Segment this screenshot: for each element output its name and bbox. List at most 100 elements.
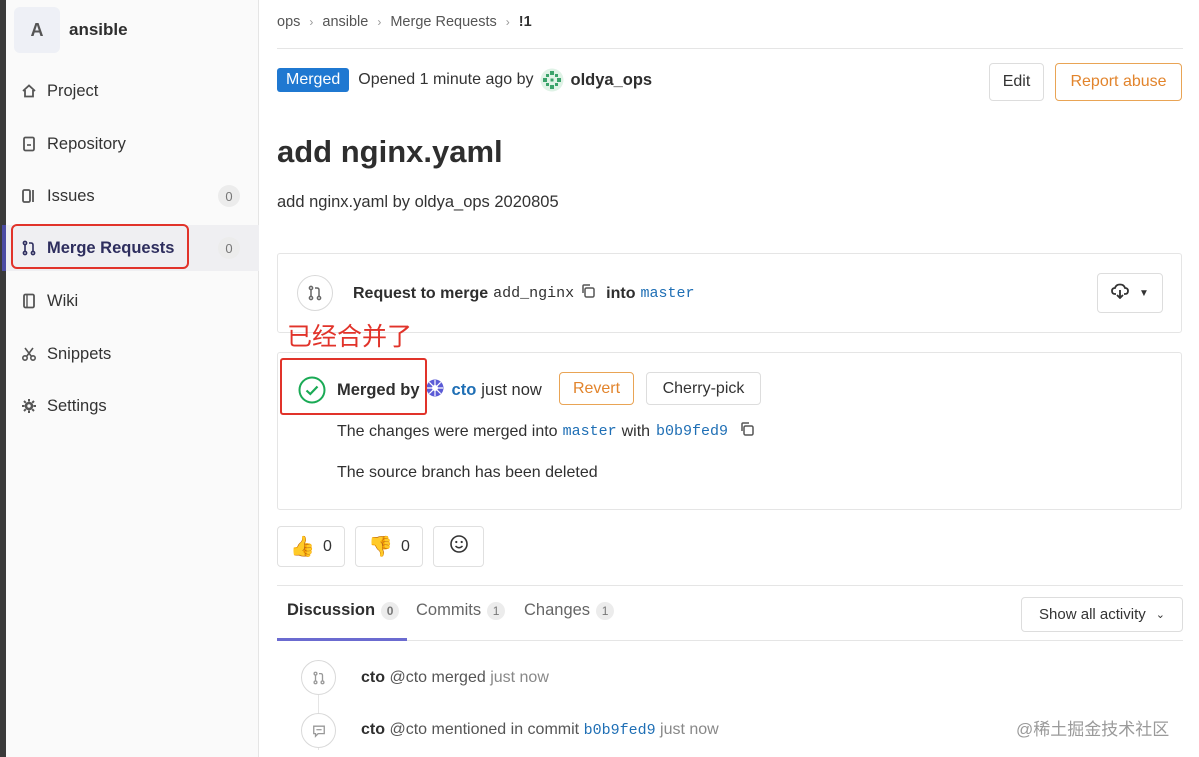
thumbs-up-count: 0 [323, 537, 332, 555]
branch-deleted-text: The source branch has been deleted [337, 464, 598, 481]
merged-time: just now [481, 381, 542, 399]
report-abuse-button[interactable]: Report abuse [1055, 63, 1182, 101]
request-to-merge-text: Request to merge add_nginx into master [353, 283, 695, 304]
target-branch[interactable]: master [640, 285, 694, 302]
issues-icon [20, 187, 38, 205]
home-icon [20, 82, 38, 100]
breadcrumb-merge-requests[interactable]: Merge Requests [390, 14, 496, 30]
breadcrumb-ansible[interactable]: ansible [322, 14, 368, 30]
project-header[interactable]: A ansible [14, 7, 128, 53]
tab-label: Discussion [287, 601, 376, 619]
sidebar-item-label: Issues [47, 186, 95, 205]
sidebar-item-project[interactable]: Project [6, 68, 259, 114]
note-text: @cto mentioned in commit [389, 721, 580, 738]
author-link[interactable]: oldya_ops [570, 71, 652, 90]
chevron-right-icon: › [309, 15, 314, 29]
gear-icon [20, 397, 38, 415]
chevron-down-icon: ⌄ [1155, 609, 1165, 621]
merge-request-icon [297, 275, 333, 311]
download-icon [1111, 283, 1129, 304]
divider [277, 640, 1183, 641]
chevron-right-icon: › [505, 15, 510, 29]
active-tab-indicator [277, 638, 407, 641]
sidebar-item-label: Wiki [47, 291, 79, 310]
smiley-icon [449, 534, 469, 559]
sidebar-item-label: Settings [47, 396, 107, 415]
chevron-right-icon: › [377, 15, 382, 29]
with-label: with [621, 422, 651, 440]
sidebar-item-repository[interactable]: Repository [6, 121, 259, 167]
project-name: ansible [69, 20, 128, 39]
sidebar: A ansible Project Repository Issues 0 Me… [2, 0, 259, 757]
document-icon [20, 135, 38, 153]
scissors-icon [20, 345, 38, 363]
watermark: @稀土掘金技术社区 [1016, 720, 1170, 739]
breadcrumb-current[interactable]: !1 [519, 14, 532, 30]
tab-label: Commits [416, 601, 482, 619]
download-dropdown-button[interactable]: ▼ [1097, 273, 1163, 313]
note-merged: cto @cto merged just now [361, 669, 549, 687]
tab-count: 0 [381, 601, 400, 620]
note-mentioned: cto @cto mentioned in commit b0b9fed9 ju… [361, 721, 719, 739]
thumbs-up-button[interactable]: 👍 0 [277, 526, 345, 567]
status-badge: Merged [277, 68, 350, 92]
sidebar-item-wiki[interactable]: Wiki [6, 278, 259, 324]
sidebar-item-settings[interactable]: Settings [6, 383, 259, 429]
revert-button[interactable]: Revert [559, 372, 634, 405]
book-icon [20, 292, 38, 310]
sidebar-item-issues[interactable]: Issues 0 [6, 173, 259, 219]
merge-request-info-card: Request to merge add_nginx into master ▼ [277, 253, 1182, 333]
tab-changes[interactable]: Changes 1 [524, 601, 615, 620]
sidebar-item-label: Snippets [47, 344, 112, 363]
mr-status-row: Merged Opened 1 minute ago by oldya_ops [277, 68, 652, 92]
activity-filter-label: Show all activity [1039, 606, 1146, 623]
merge-request-icon [301, 660, 336, 695]
copy-icon[interactable] [739, 421, 755, 442]
divider [277, 585, 1183, 586]
chevron-down-icon: ▼ [1139, 287, 1149, 299]
annotation-text: 已经合并了 [287, 323, 413, 351]
into-label: into [606, 284, 636, 302]
merger-link[interactable]: cto [452, 381, 477, 400]
comment-icon [301, 713, 336, 748]
commit-link[interactable]: b0b9fed9 [656, 423, 728, 440]
target-branch-link[interactable]: master [563, 423, 617, 440]
merged-changes-row: The changes were merged into master with… [337, 421, 755, 442]
sidebar-item-label: Project [47, 81, 99, 100]
project-avatar: A [14, 7, 60, 53]
changes-prefix: The changes were merged into [337, 422, 558, 440]
sidebar-item-label: Repository [47, 134, 126, 153]
note-time: just now [490, 669, 549, 686]
thumbs-down-count: 0 [401, 537, 410, 555]
request-prefix: Request to merge [353, 284, 489, 302]
breadcrumb-ops[interactable]: ops [277, 14, 300, 30]
add-reaction-button[interactable] [433, 526, 484, 567]
tab-label: Changes [524, 601, 591, 619]
thumbs-down-button[interactable]: 👎 0 [355, 526, 423, 567]
cherry-pick-button[interactable]: Cherry-pick [646, 372, 761, 405]
sidebar-item-snippets[interactable]: Snippets [6, 331, 259, 377]
source-branch[interactable]: add_nginx [493, 285, 574, 302]
divider [277, 48, 1183, 49]
opened-text: Opened 1 minute ago by [358, 71, 534, 88]
tab-commits[interactable]: Commits 1 [416, 601, 506, 620]
tab-discussion[interactable]: Discussion 0 [287, 601, 400, 620]
highlight-box-merge-requests [11, 224, 189, 269]
author-avatar[interactable] [540, 68, 564, 92]
thumbs-down-icon: 👎 [368, 536, 393, 558]
tab-count: 1 [596, 601, 615, 620]
edit-button[interactable]: Edit [989, 63, 1044, 101]
activity-filter-dropdown[interactable]: Show all activity ⌄ [1021, 597, 1183, 632]
issues-count-badge: 0 [218, 185, 240, 207]
note-time: just now [660, 721, 719, 738]
commit-link[interactable]: b0b9fed9 [584, 722, 656, 739]
mr-description: add nginx.yaml by oldya_ops 2020805 [277, 193, 559, 211]
highlight-box-merged-by [280, 358, 427, 415]
mr-title: add nginx.yaml [277, 134, 503, 169]
note-author[interactable]: cto [361, 669, 385, 686]
copy-icon[interactable] [580, 283, 596, 304]
breadcrumb: ops › ansible › Merge Requests › !1 [277, 14, 532, 30]
note-author[interactable]: cto [361, 721, 385, 738]
merger-avatar[interactable] [426, 379, 444, 402]
tab-count: 1 [487, 601, 506, 620]
